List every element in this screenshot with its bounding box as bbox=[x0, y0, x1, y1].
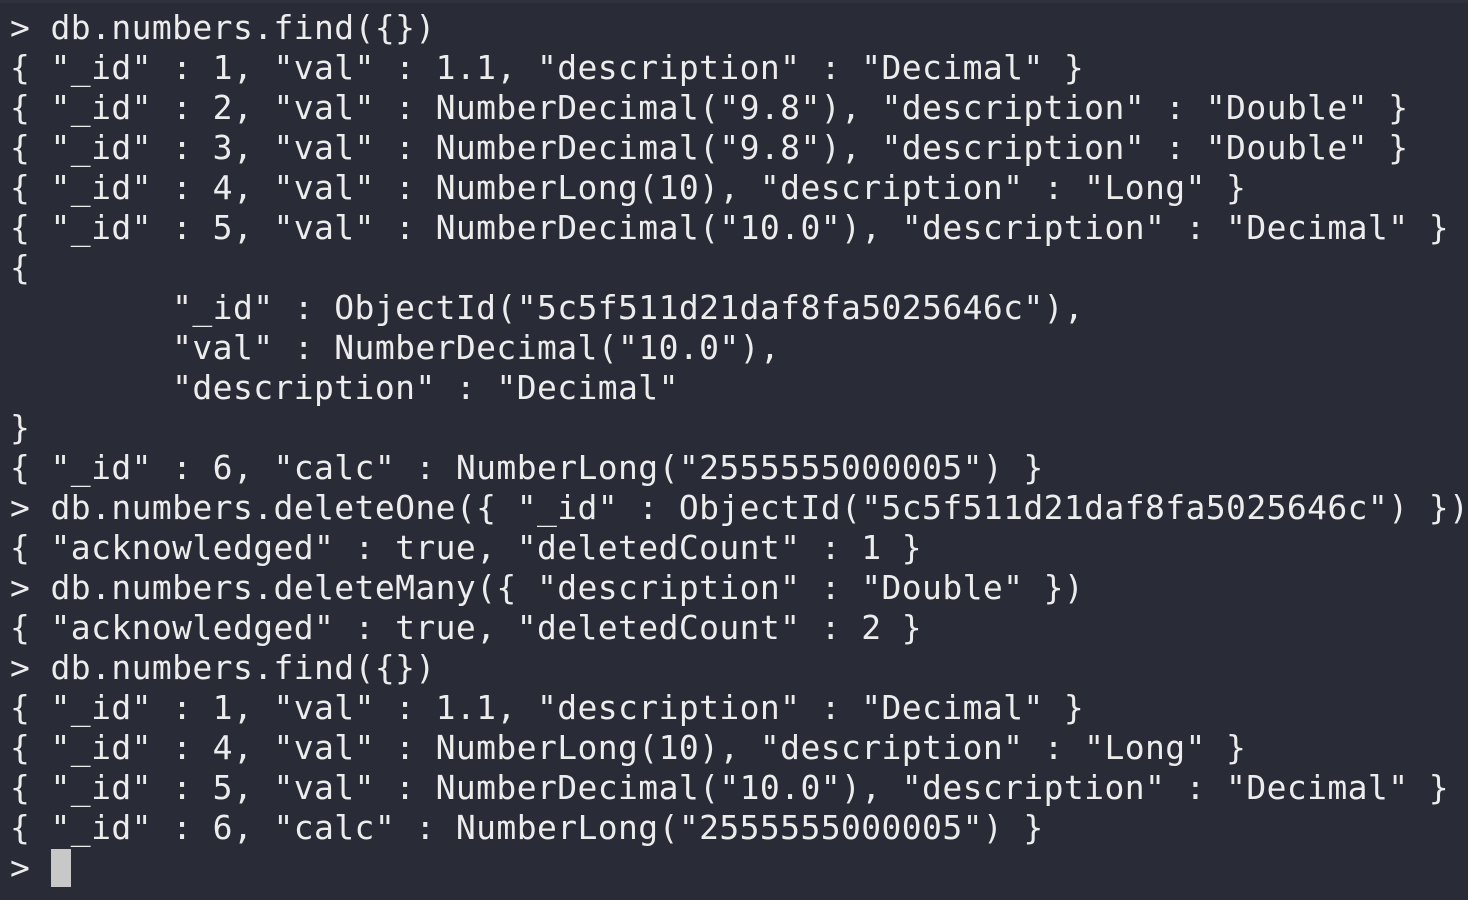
output-line: { "_id" : 1, "val" : 1.1, "description" … bbox=[10, 688, 1085, 727]
window-top-edge bbox=[0, 0, 1468, 3]
command-line: > db.numbers.deleteOne({ "_id" : ObjectI… bbox=[10, 488, 1468, 527]
output-line: { "_id" : 4, "val" : NumberLong(10), "de… bbox=[10, 168, 1247, 207]
text-cursor[interactable] bbox=[50, 849, 71, 887]
command-line: > db.numbers.deleteMany({ "description" … bbox=[10, 568, 1085, 607]
output-line: { "_id" : 6, "calc" : NumberLong("255555… bbox=[10, 448, 1044, 487]
output-line: { bbox=[10, 248, 31, 287]
output-line: { "acknowledged" : true, "deletedCount" … bbox=[10, 528, 923, 567]
output-line: { "_id" : 6, "calc" : NumberLong("255555… bbox=[10, 808, 1044, 847]
output-line: { "acknowledged" : true, "deletedCount" … bbox=[10, 608, 923, 647]
output-line: { "_id" : 1, "val" : 1.1, "description" … bbox=[10, 48, 1085, 87]
output-line: "_id" : ObjectId("5c5f511d21daf8fa502564… bbox=[10, 288, 1085, 327]
terminal-output[interactable]: > db.numbers.find({}) { "_id" : 1, "val"… bbox=[10, 8, 1468, 888]
command-line: > db.numbers.find({}) bbox=[10, 648, 436, 687]
output-line: "val" : NumberDecimal("10.0"), bbox=[10, 328, 781, 367]
output-line: { "_id" : 4, "val" : NumberLong(10), "de… bbox=[10, 728, 1247, 767]
output-line: { "_id" : 2, "val" : NumberDecimal("9.8"… bbox=[10, 88, 1409, 127]
output-line: { "_id" : 5, "val" : NumberDecimal("10.0… bbox=[10, 768, 1450, 807]
output-line: { "_id" : 3, "val" : NumberDecimal("9.8"… bbox=[10, 128, 1409, 167]
output-line: { "_id" : 5, "val" : NumberDecimal("10.0… bbox=[10, 208, 1450, 247]
prompt-symbol: > bbox=[10, 848, 51, 887]
terminal-window[interactable]: > db.numbers.find({}) { "_id" : 1, "val"… bbox=[0, 0, 1468, 900]
command-line: > db.numbers.find({}) bbox=[10, 8, 436, 47]
output-line: "description" : "Decimal" bbox=[10, 368, 679, 407]
output-line: } bbox=[10, 408, 31, 447]
input-line[interactable]: > bbox=[10, 848, 1460, 888]
